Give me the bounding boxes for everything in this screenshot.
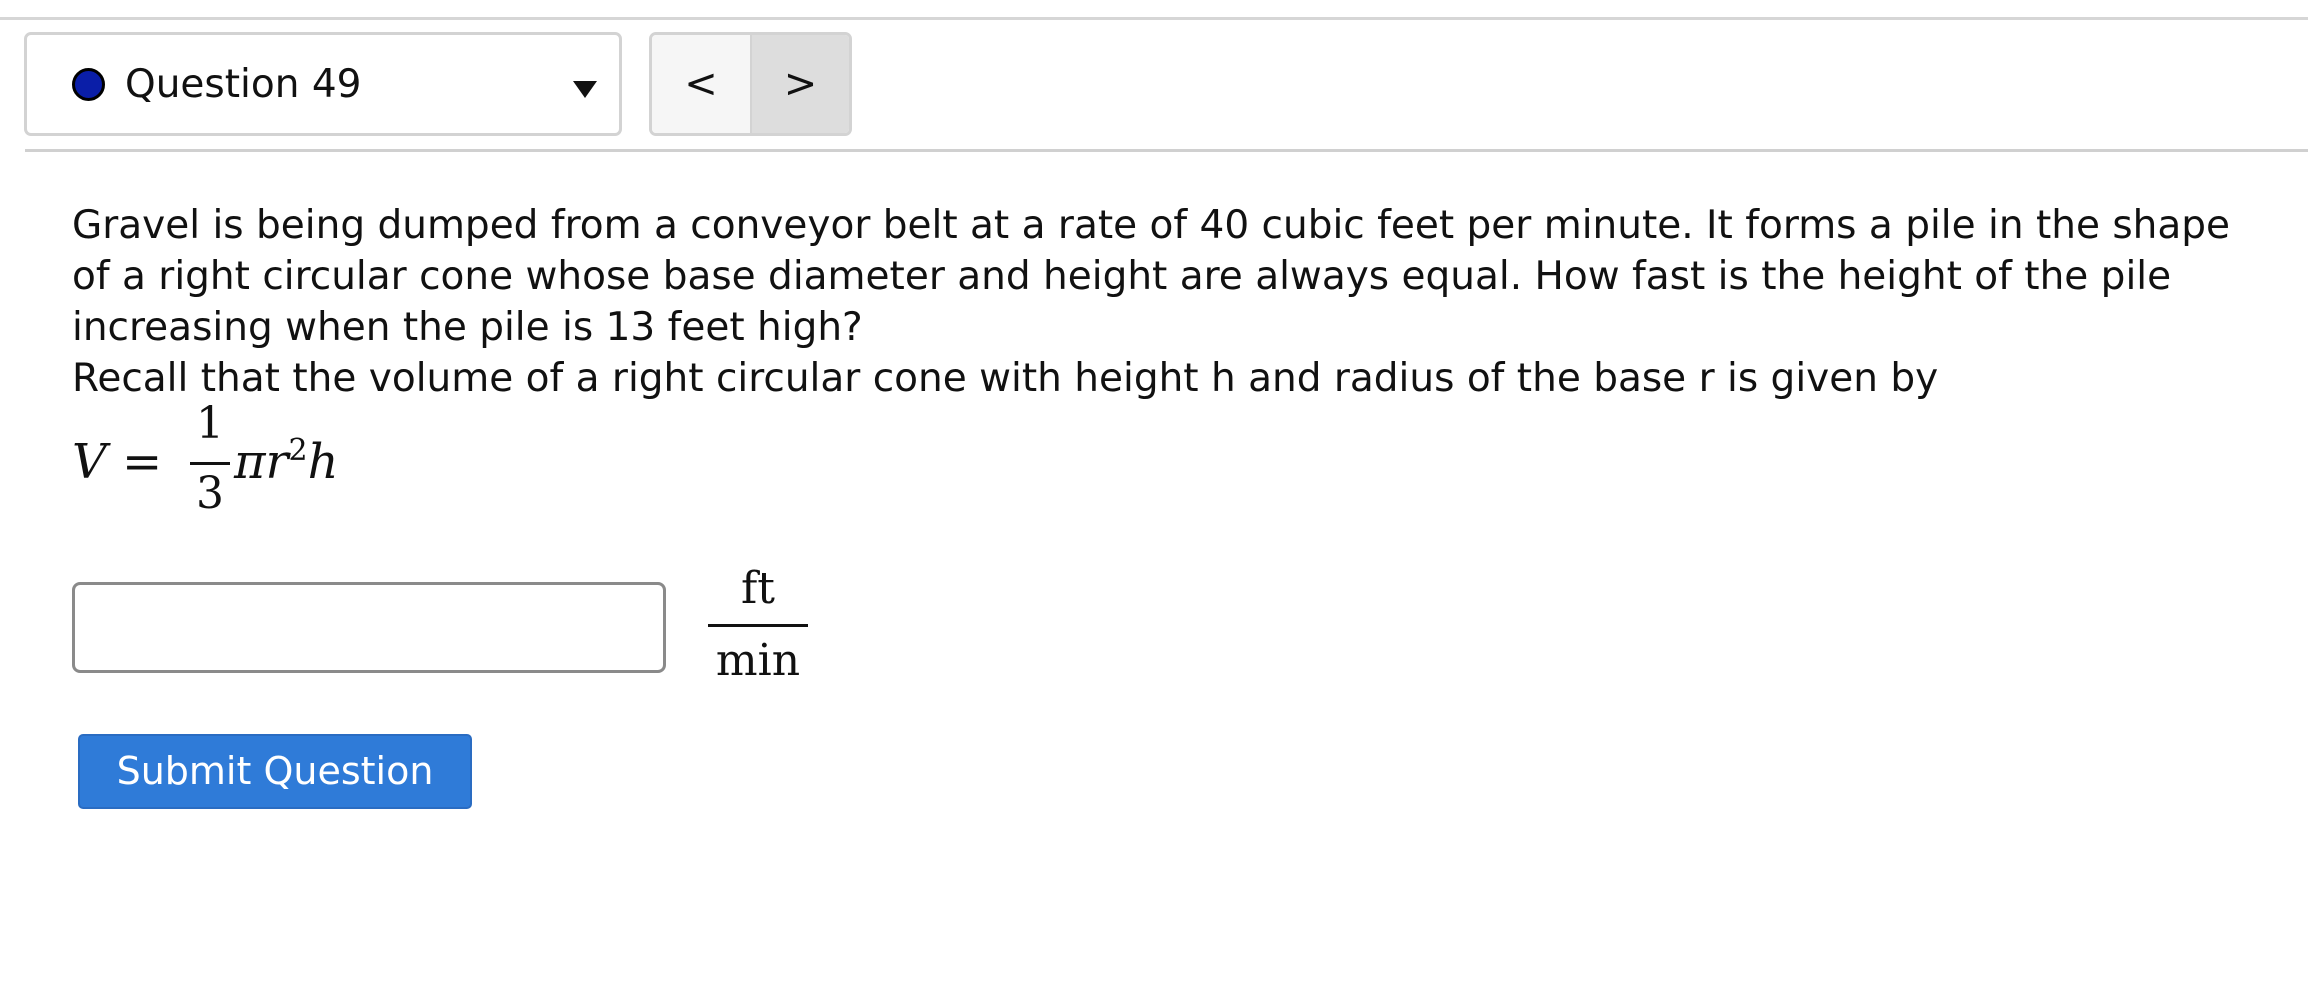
unit-denominator: min [715,635,801,686]
chevron-right-icon: > [783,61,818,107]
formula-exponent: 2 [288,433,308,468]
next-question-button[interactable]: > [752,35,849,133]
previous-question-button[interactable]: < [652,35,752,133]
header-divider [25,149,2308,152]
top-divider [0,17,2308,20]
formula-fraction-numerator: 1 [196,398,224,449]
chevron-left-icon: < [684,61,718,107]
formula-fraction-denominator: 3 [196,468,224,519]
formula-fraction-bar [190,462,230,465]
question-selector-label: Question 49 [125,62,362,107]
question-status-icon [72,68,105,101]
formula-h: h [307,434,339,490]
question-prompt: Gravel is being dumped from a conveyor b… [72,203,2231,350]
chevron-down-icon [573,81,597,98]
formula-lhs: V [72,434,107,490]
submit-question-button[interactable]: Submit Question [78,734,472,809]
formula-rhs: πr2h [234,434,339,490]
formula-pi-r: πr [234,434,289,490]
formula-equals: = [122,434,163,490]
question-selector-dropdown[interactable]: Question 49 [24,32,622,136]
question-body: Gravel is being dumped from a conveyor b… [72,200,2252,404]
unit-numerator: ft [741,563,775,614]
question-recall-note: Recall that the volume of a right circul… [72,356,1939,401]
unit-fraction-bar [708,624,808,627]
answer-input[interactable] [72,582,666,673]
question-navigation: < > [649,32,852,136]
answer-unit: ft min [708,558,808,689]
